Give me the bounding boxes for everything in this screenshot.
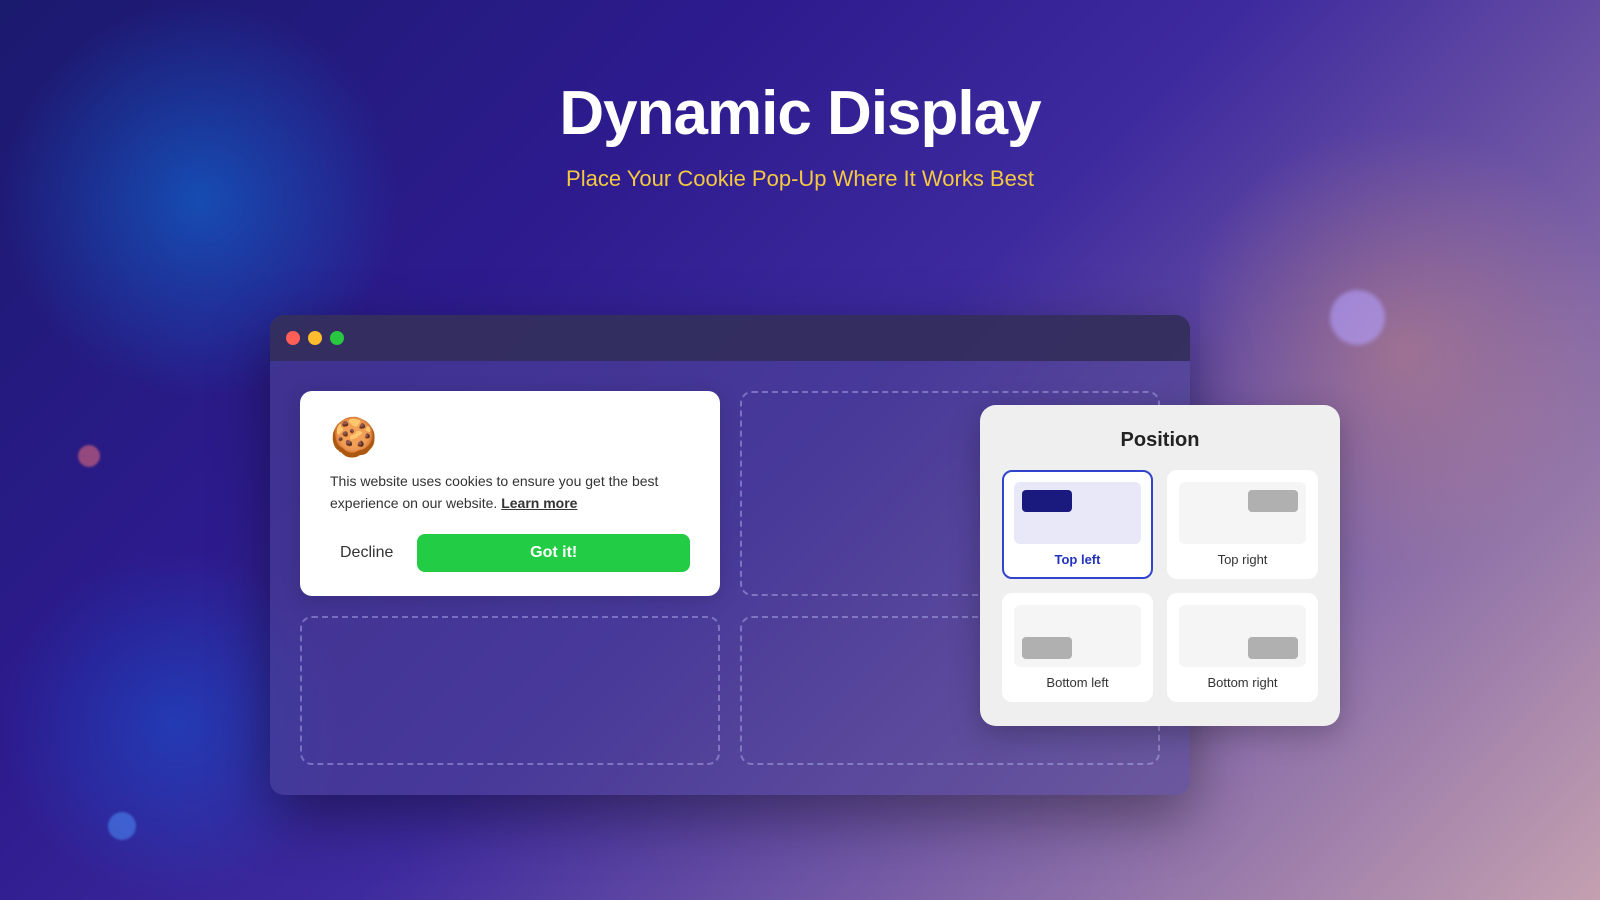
position-label-top-left: Top left bbox=[1055, 552, 1101, 567]
traffic-light-red[interactable] bbox=[286, 331, 300, 345]
page-subtitle: Place Your Cookie Pop-Up Where It Works … bbox=[0, 166, 1600, 192]
position-option-bottom-right[interactable]: Bottom right bbox=[1167, 593, 1318, 702]
preview-indicator-bottom-left bbox=[1022, 637, 1072, 659]
position-option-top-right[interactable]: Top right bbox=[1167, 470, 1318, 579]
position-label-top-right: Top right bbox=[1218, 552, 1268, 567]
learn-more-link[interactable]: Learn more bbox=[501, 495, 577, 511]
preview-indicator-bottom-right bbox=[1248, 637, 1298, 659]
position-preview-top-left bbox=[1014, 482, 1141, 544]
got-it-button[interactable]: Got it! bbox=[417, 534, 690, 572]
position-panel: Position Top left Top right Bottom left bbox=[980, 405, 1340, 726]
position-option-bottom-left[interactable]: Bottom left bbox=[1002, 593, 1153, 702]
decline-button[interactable]: Decline bbox=[330, 538, 403, 568]
page-title: Dynamic Display bbox=[0, 80, 1600, 148]
cookie-buttons: Decline Got it! bbox=[330, 534, 690, 572]
traffic-light-yellow[interactable] bbox=[308, 331, 322, 345]
cookie-text: This website uses cookies to ensure you … bbox=[330, 471, 690, 514]
cookie-icon: 🍪 bbox=[330, 419, 690, 457]
position-option-top-left[interactable]: Top left bbox=[1002, 470, 1153, 579]
position-preview-bottom-right bbox=[1179, 605, 1306, 667]
placeholder-bottom-left bbox=[300, 616, 720, 765]
preview-indicator-top-right bbox=[1248, 490, 1298, 512]
position-label-bottom-right: Bottom right bbox=[1207, 675, 1277, 690]
orb-bottom-left bbox=[108, 812, 136, 840]
traffic-light-green[interactable] bbox=[330, 331, 344, 345]
position-grid: Top left Top right Bottom left Bottom ri… bbox=[1002, 470, 1318, 702]
cookie-popup: 🍪 This website uses cookies to ensure yo… bbox=[300, 391, 720, 596]
position-preview-top-right bbox=[1179, 482, 1306, 544]
orb-top-right bbox=[1330, 290, 1385, 345]
page-header: Dynamic Display Place Your Cookie Pop-Up… bbox=[0, 0, 1600, 192]
orb-mid-left bbox=[78, 445, 100, 467]
position-preview-bottom-left bbox=[1014, 605, 1141, 667]
position-panel-title: Position bbox=[1002, 429, 1318, 452]
position-label-bottom-left: Bottom left bbox=[1046, 675, 1108, 690]
preview-indicator-top-left bbox=[1022, 490, 1072, 512]
browser-titlebar bbox=[270, 315, 1190, 361]
